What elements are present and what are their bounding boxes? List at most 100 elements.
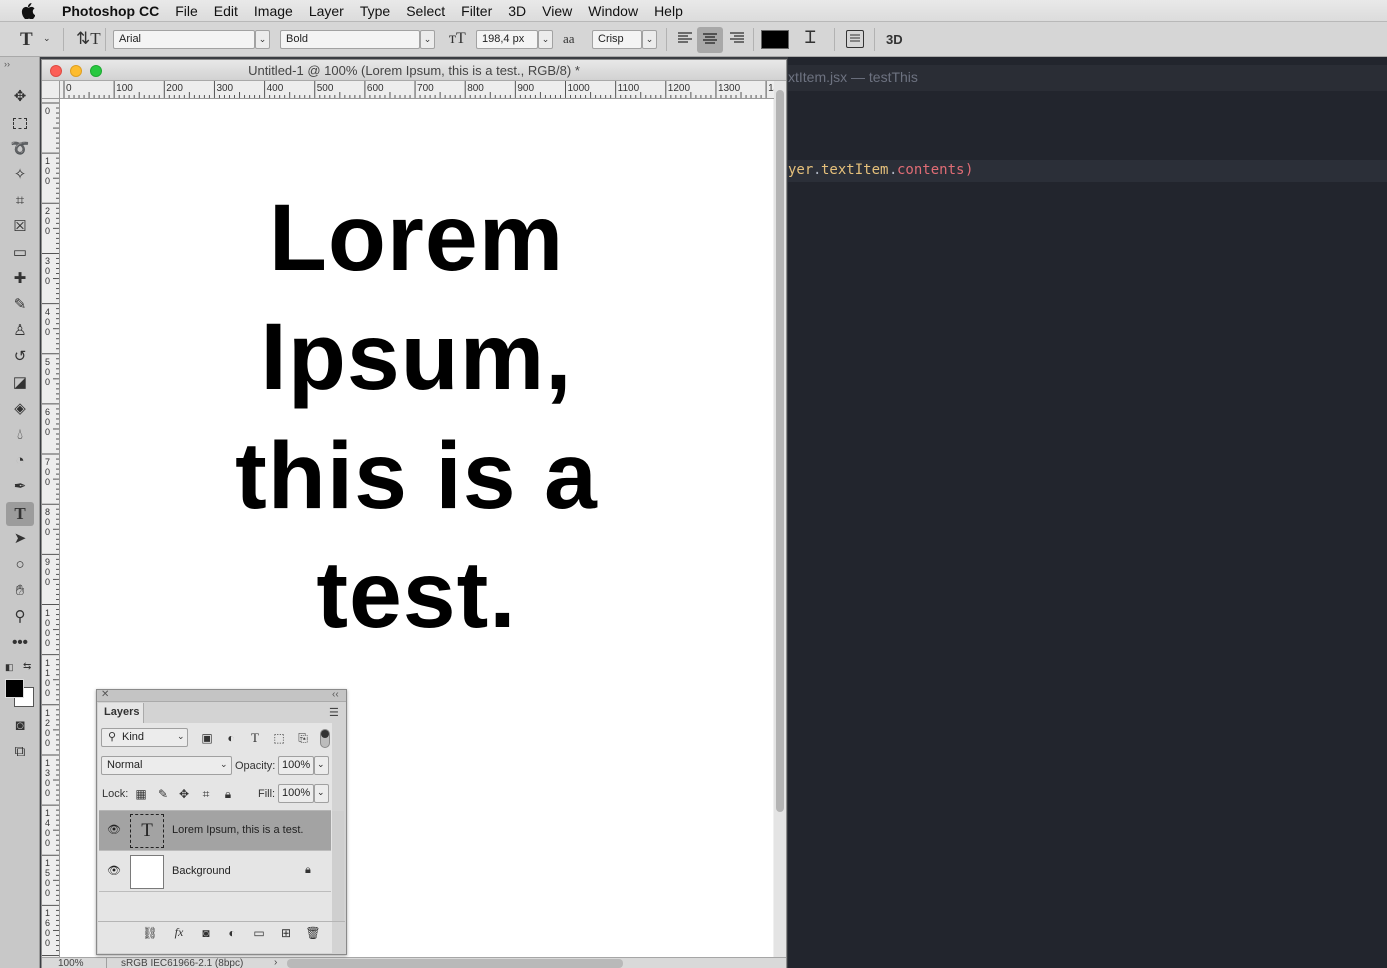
font-style-select[interactable]: Bold (280, 30, 420, 49)
fx-icon[interactable]: fx (171, 925, 187, 940)
layers-scrollbar[interactable] (332, 811, 344, 921)
menu-app[interactable]: Photoshop CC (54, 0, 167, 22)
filter-toggle[interactable] (320, 729, 330, 748)
layer-name[interactable]: Lorem Ipsum, this is a test. (172, 824, 303, 836)
menu-filter[interactable]: Filter (453, 0, 500, 22)
warp-text-icon[interactable]: Ꮖ (805, 28, 816, 48)
menu-file[interactable]: File (167, 0, 206, 22)
3d-button[interactable]: 3D (886, 32, 903, 47)
fill-input[interactable]: 100% (278, 784, 314, 803)
more-tools-icon[interactable]: ••• (6, 631, 34, 655)
history-brush-tool-icon[interactable]: ↺ (6, 345, 34, 369)
text-layer-content[interactable]: Lorem Ipsum, this is a test. (60, 179, 773, 655)
adjustment-layer-icon[interactable]: ◐ (224, 926, 240, 940)
paint-bucket-tool-icon[interactable]: ◈ (6, 397, 34, 421)
lock-pixels-icon[interactable]: ✎ (155, 787, 171, 801)
zoom-level[interactable]: 100% (58, 958, 84, 968)
ruler-tool-icon[interactable]: ▭ (6, 241, 34, 265)
menu-type[interactable]: Type (352, 0, 398, 22)
panel-header[interactable] (97, 690, 346, 702)
collapse-panel-icon[interactable]: ‹‹ (332, 689, 339, 700)
font-size-input[interactable]: 198,4 px (476, 30, 538, 49)
pen-tool-icon[interactable]: ✒ (6, 475, 34, 499)
default-colors-icon[interactable]: ◧ (5, 662, 14, 673)
tab-layers[interactable]: Layers (98, 703, 144, 723)
magic-wand-tool-icon[interactable]: ✧ (6, 163, 34, 187)
dodge-tool-icon[interactable]: ◔ (6, 449, 34, 473)
collapse-icon[interactable]: ›› (4, 59, 10, 69)
frame-tool-icon[interactable]: ☒ (6, 215, 34, 239)
crop-tool-icon[interactable]: ⌗ (6, 189, 34, 213)
filter-type-icon[interactable]: T (247, 730, 263, 746)
ruler-origin[interactable] (42, 81, 60, 99)
align-right-icon[interactable] (728, 31, 746, 49)
opacity-dropdown[interactable]: ⌄ (314, 756, 329, 775)
vertical-scrollbar-thumb[interactable] (776, 90, 784, 812)
brush-tool-icon[interactable]: ✎ (6, 293, 34, 317)
hand-tool-icon[interactable]: ✋︎ (6, 579, 34, 603)
trash-icon[interactable]: 🗑︎ (305, 926, 321, 940)
link-layers-icon[interactable]: ⛓︎ (142, 926, 158, 940)
filter-adjustment-icon[interactable]: ◐ (223, 731, 239, 745)
layer-row[interactable]: 👁︎ Background 🔒︎ (99, 852, 331, 892)
eye-icon[interactable]: 👁︎ (107, 823, 121, 836)
screen-mode-icon[interactable]: ⧉ (6, 740, 34, 764)
blur-tool-icon[interactable]: 💧︎ (6, 423, 34, 447)
lock-artboard-icon[interactable]: ⌗ (198, 787, 214, 802)
move-tool-icon[interactable]: ✥ (6, 85, 34, 109)
minimize-window-icon[interactable] (70, 65, 82, 77)
close-panel-icon[interactable]: ✕ (101, 689, 109, 700)
antialias-dropdown[interactable]: ⌄ (642, 30, 657, 49)
new-layer-icon[interactable]: ⊞ (278, 926, 294, 940)
chevron-down-icon[interactable]: ⌄ (43, 33, 51, 44)
vertical-ruler[interactable]: 0100200300400500600700800900100011001200… (42, 99, 60, 959)
filter-pixel-icon[interactable]: ▣ (199, 731, 215, 745)
add-mask-icon[interactable]: ◙ (198, 926, 214, 940)
align-left-icon[interactable] (676, 31, 694, 49)
stamp-tool-icon[interactable]: ♙ (6, 319, 34, 343)
lock-all-icon[interactable]: 🔒︎ (220, 787, 236, 802)
quick-mask-icon[interactable]: ◙ (6, 714, 34, 738)
ellipse-tool-icon[interactable]: ○ (6, 553, 34, 577)
path-selection-tool-icon[interactable]: ➤ (6, 527, 34, 551)
blend-mode-select[interactable]: Normal (101, 756, 232, 775)
status-menu-arrow[interactable]: › (274, 957, 277, 968)
new-group-icon[interactable]: ▭ (251, 926, 267, 940)
menu-help[interactable]: Help (646, 0, 691, 22)
close-window-icon[interactable] (50, 65, 62, 77)
type-tool-icon[interactable]: T (6, 502, 34, 526)
swap-colors-icon[interactable]: ⇆ (23, 661, 31, 672)
lasso-tool-icon[interactable]: ➰ (6, 137, 34, 161)
opacity-input[interactable]: 100% (278, 756, 314, 775)
horizontal-ruler[interactable]: 0 100 200 300 400 500 600 700 800 900 1000 1100 1200… (60, 81, 774, 99)
menu-image[interactable]: Image (246, 0, 301, 22)
eye-icon[interactable]: 👁︎ (107, 864, 121, 877)
layer-row-selected[interactable]: 👁︎ T Lorem Ipsum, this is a test. (99, 811, 331, 851)
menu-view[interactable]: View (534, 0, 580, 22)
healing-brush-tool-icon[interactable]: ✚ (6, 267, 34, 291)
layer-name[interactable]: Background (172, 865, 231, 877)
antialias-select[interactable]: Crisp (592, 30, 642, 49)
fill-dropdown[interactable]: ⌄ (314, 784, 329, 803)
eraser-tool-icon[interactable]: ◪ (6, 371, 34, 395)
menu-layer[interactable]: Layer (301, 0, 352, 22)
menu-3d[interactable]: 3D (500, 0, 534, 22)
lock-transparent-icon[interactable]: ▦ (133, 787, 149, 801)
font-style-dropdown[interactable]: ⌄ (420, 30, 435, 49)
marquee-tool-icon[interactable] (6, 111, 34, 135)
horizontal-scrollbar[interactable] (287, 959, 623, 968)
menu-window[interactable]: Window (580, 0, 646, 22)
lock-position-icon[interactable]: ✥ (176, 787, 192, 801)
foreground-color-swatch[interactable] (5, 679, 24, 698)
zoom-tool-icon[interactable]: ⚲ (6, 605, 34, 629)
text-color-swatch[interactable] (761, 30, 789, 49)
panel-menu-icon[interactable]: ☰ (329, 706, 339, 719)
type-tool-preset-icon[interactable]: T (20, 29, 33, 51)
font-family-dropdown[interactable]: ⌄ (255, 30, 270, 49)
filter-smart-object-icon[interactable]: ⎘ (295, 731, 311, 746)
font-family-select[interactable]: Arial (113, 30, 255, 49)
font-size-dropdown[interactable]: ⌄ (538, 30, 553, 49)
character-panel-icon[interactable] (846, 30, 864, 48)
toggle-orientation-icon[interactable]: ⇅T (76, 29, 101, 49)
filter-shape-icon[interactable]: ⬚ (271, 731, 287, 745)
